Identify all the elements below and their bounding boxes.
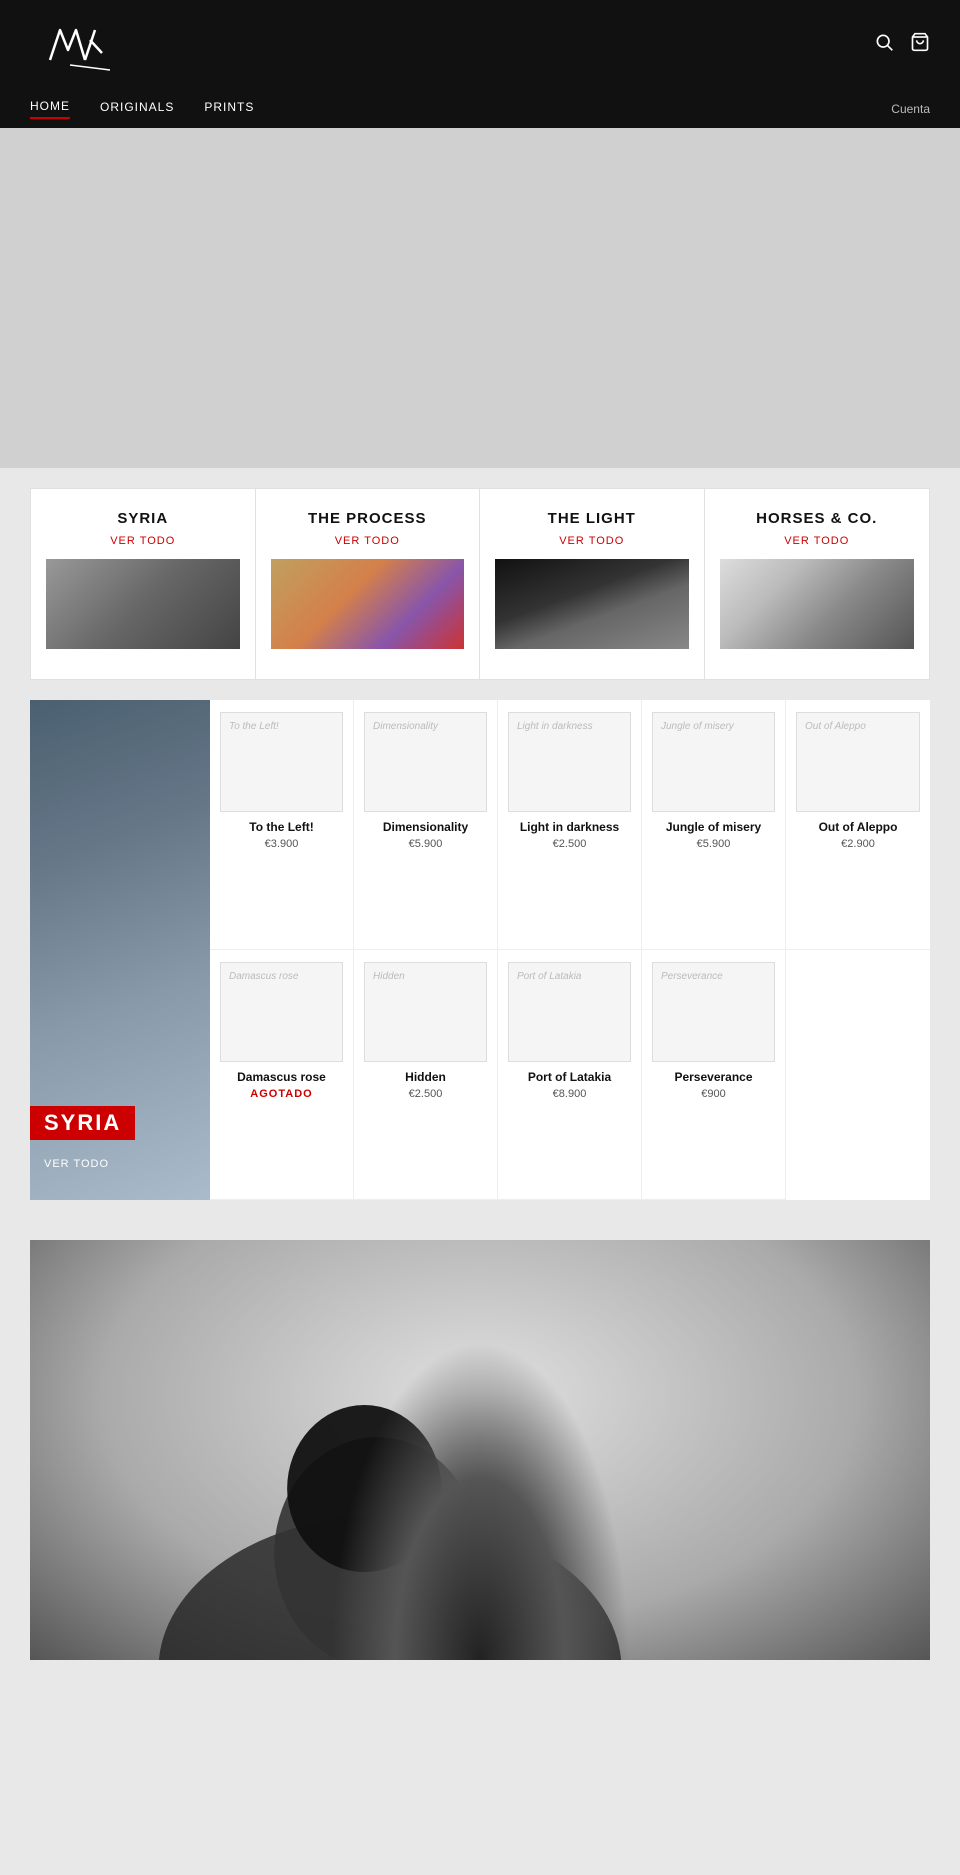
product-card-port-of-latakia[interactable]: Port of Latakia Port of Latakia €8.900: [498, 950, 642, 1200]
products-outer: SYRIA VER TODO To the Left! To the Left!…: [30, 700, 930, 1200]
product-price-damascus-rose: AGOTADO: [220, 1088, 343, 1100]
nav-item-home[interactable]: HOME: [30, 99, 70, 119]
collection-title-light: THE LIGHT: [495, 509, 689, 529]
product-card-dimensionality[interactable]: Dimensionality Dimensionality €5.900: [354, 700, 498, 950]
product-card-out-of-aleppo[interactable]: Out of Aleppo Out of Aleppo €2.900: [786, 700, 930, 950]
product-name-damascus-rose: Damascus rose: [220, 1070, 343, 1084]
product-thumb-port-of-latakia: Port of Latakia: [508, 962, 631, 1062]
nav-left: HOME ORIGINALS PRINTS: [30, 99, 254, 119]
product-name-light-in-darkness: Light in darkness: [508, 820, 631, 834]
site-header: [0, 0, 960, 90]
ver-todo-process[interactable]: VER TODO: [271, 535, 465, 547]
thumb-label-out-of-aleppo: Out of Aleppo: [805, 721, 866, 732]
product-name-perseverance: Perseverance: [652, 1070, 775, 1084]
collection-title-syria: SYRIA: [46, 509, 240, 529]
thumb-label-jungle-of-misery: Jungle of misery: [661, 721, 734, 732]
product-price-out-of-aleppo: €2.900: [796, 838, 920, 850]
product-price-dimensionality: €5.900: [364, 838, 487, 850]
nav-item-originals[interactable]: ORIGINALS: [100, 100, 174, 118]
product-card-jungle-of-misery[interactable]: Jungle of misery Jungle of misery €5.900: [642, 700, 786, 950]
thumb-label-light-in-darkness: Light in darkness: [517, 721, 593, 732]
thumb-label-damascus-rose: Damascus rose: [229, 971, 298, 982]
product-card-hidden[interactable]: Hidden Hidden €2.500: [354, 950, 498, 1200]
collections-grid: SYRIA VER TODO THE PROCESS VER TODO THE …: [30, 488, 930, 680]
bottom-photo-svg: [30, 1240, 930, 1660]
ver-todo-syria[interactable]: VER TODO: [46, 535, 240, 547]
product-name-out-of-aleppo: Out of Aleppo: [796, 820, 920, 834]
product-price-port-of-latakia: €8.900: [508, 1088, 631, 1100]
ver-todo-light[interactable]: VER TODO: [495, 535, 689, 547]
product-thumb-light-in-darkness: Light in darkness: [508, 712, 631, 812]
collection-card-light[interactable]: THE LIGHT VER TODO: [480, 489, 705, 679]
collections-section: SYRIA VER TODO THE PROCESS VER TODO THE …: [0, 468, 960, 700]
product-name-dimensionality: Dimensionality: [364, 820, 487, 834]
collection-card-horses[interactable]: HORSES & CO. VER TODO: [705, 489, 930, 679]
thumb-label-perseverance: Perseverance: [661, 971, 723, 982]
product-price-to-the-left: €3.900: [220, 838, 343, 850]
product-thumb-damascus-rose: Damascus rose: [220, 962, 343, 1062]
search-icon[interactable]: [874, 32, 894, 58]
nav-item-prints[interactable]: PRINTS: [204, 100, 254, 118]
collection-image-process: [271, 559, 465, 649]
thumb-label-port-of-latakia: Port of Latakia: [517, 971, 581, 982]
products-grid: To the Left! To the Left! €3.900 Dimensi…: [210, 700, 930, 1200]
product-price-perseverance: €900: [652, 1088, 775, 1100]
collection-card-syria[interactable]: SYRIA VER TODO: [31, 489, 256, 679]
product-name-jungle-of-misery: Jungle of misery: [652, 820, 775, 834]
product-card-light-in-darkness[interactable]: Light in darkness Light in darkness €2.5…: [498, 700, 642, 950]
product-thumb-dimensionality: Dimensionality: [364, 712, 487, 812]
header-icons: [874, 32, 930, 58]
hero-banner: [0, 128, 960, 468]
bottom-photo-image: [30, 1240, 930, 1660]
product-price-hidden: €2.500: [364, 1088, 487, 1100]
site-logo[interactable]: [30, 15, 150, 75]
syria-banner-ver[interactable]: VER TODO: [44, 1158, 109, 1170]
product-thumb-to-the-left: To the Left!: [220, 712, 343, 812]
collection-card-process[interactable]: THE PROCESS VER TODO: [256, 489, 481, 679]
product-name-hidden: Hidden: [364, 1070, 487, 1084]
syria-banner-title: SYRIA: [30, 1106, 135, 1140]
cart-icon[interactable]: [910, 32, 930, 58]
product-name-port-of-latakia: Port of Latakia: [508, 1070, 631, 1084]
collection-image-light: [495, 559, 689, 649]
product-card-to-the-left[interactable]: To the Left! To the Left! €3.900: [210, 700, 354, 950]
nav-account[interactable]: Cuenta: [891, 102, 930, 116]
thumb-label-hidden: Hidden: [373, 971, 405, 982]
syria-banner[interactable]: SYRIA VER TODO: [30, 700, 210, 1200]
thumb-label-to-the-left: To the Left!: [229, 721, 279, 732]
bottom-photo-section: [0, 1220, 960, 1660]
product-card-perseverance[interactable]: Perseverance Perseverance €900: [642, 950, 786, 1200]
product-thumb-jungle-of-misery: Jungle of misery: [652, 712, 775, 812]
product-price-jungle-of-misery: €5.900: [652, 838, 775, 850]
product-price-light-in-darkness: €2.500: [508, 838, 631, 850]
ver-todo-horses[interactable]: VER TODO: [720, 535, 915, 547]
product-card-damascus-rose[interactable]: Damascus rose Damascus rose AGOTADO: [210, 950, 354, 1200]
product-name-to-the-left: To the Left!: [220, 820, 343, 834]
main-nav: HOME ORIGINALS PRINTS Cuenta: [0, 90, 960, 128]
product-thumb-out-of-aleppo: Out of Aleppo: [796, 712, 920, 812]
collection-title-horses: HORSES & CO.: [720, 509, 915, 529]
collection-title-process: THE PROCESS: [271, 509, 465, 529]
collection-image-horses: [720, 559, 915, 649]
logo-area: [30, 15, 150, 75]
product-thumb-perseverance: Perseverance: [652, 962, 775, 1062]
product-thumb-hidden: Hidden: [364, 962, 487, 1062]
collection-image-syria: [46, 559, 240, 649]
products-section: SYRIA VER TODO To the Left! To the Left!…: [0, 700, 960, 1220]
thumb-label-dimensionality: Dimensionality: [373, 721, 438, 732]
